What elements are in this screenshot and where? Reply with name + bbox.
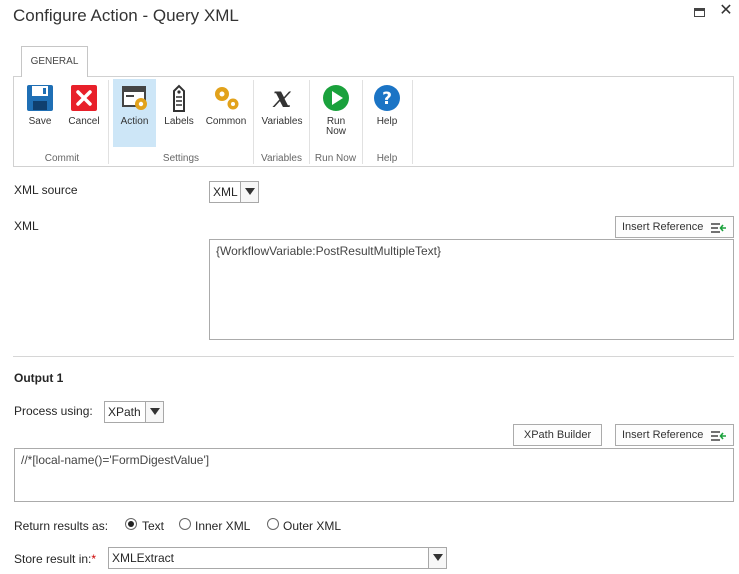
group-help-label: Help [376, 153, 398, 164]
chevron-down-icon [428, 548, 446, 568]
return-results-label: Return results as: [14, 519, 109, 533]
process-using-value: XPath [108, 405, 141, 419]
labels-label: Labels [164, 116, 194, 127]
action-label: Action [120, 116, 149, 127]
radio-outer-xml[interactable] [267, 518, 279, 530]
gears-icon [211, 83, 241, 113]
xml-value: {WorkflowVariable:PostResultMultipleText… [216, 244, 441, 258]
required-marker: * [91, 552, 97, 566]
xpath-builder-label: XPath Builder [523, 429, 592, 441]
xml-source-select[interactable]: XML [209, 181, 259, 203]
xml-source-value: XML [213, 185, 238, 199]
maximize-icon[interactable] [693, 6, 707, 20]
floppy-icon [25, 83, 55, 113]
question-icon: ? [372, 83, 402, 113]
radio-text[interactable] [125, 518, 137, 530]
common-label: Common [205, 116, 247, 127]
common-button[interactable]: Common [202, 79, 250, 147]
insert-reference-label: Insert Reference [622, 221, 704, 233]
insert-reference-icon [711, 431, 726, 441]
action-gear-icon [120, 83, 150, 113]
action-button[interactable]: Action [113, 79, 156, 147]
section-divider [13, 356, 734, 357]
process-using-select[interactable]: XPath [104, 401, 164, 423]
store-result-label: Store result in:* [14, 552, 96, 566]
labels-button[interactable]: Labels [160, 79, 198, 147]
xml-source-label: XML source [14, 183, 78, 197]
insert-reference-icon [711, 223, 726, 233]
group-commit-label: Commit [44, 153, 80, 164]
save-button[interactable]: Save [23, 79, 57, 147]
xml-label: XML [14, 219, 39, 233]
xpath-builder-button[interactable]: XPath Builder [513, 424, 602, 446]
play-icon [321, 83, 351, 113]
ribbon-separator [309, 80, 310, 164]
radio-inner-xml[interactable] [179, 518, 191, 530]
xpath-value: //*[local-name()='FormDigestValue'] [21, 453, 210, 467]
ribbon-separator [108, 80, 109, 164]
group-variables-label: Variables [261, 153, 302, 164]
xpath-textarea[interactable]: //*[local-name()='FormDigestValue'] [14, 448, 734, 502]
cancel-button[interactable]: Cancel [65, 79, 103, 147]
store-result-value: XMLExtract [112, 551, 175, 565]
group-settings-label: Settings [162, 153, 200, 164]
close-icon[interactable]: ✕ [719, 3, 733, 19]
ribbon-separator [362, 80, 363, 164]
insert-reference-button-2[interactable]: Insert Reference [615, 424, 734, 446]
store-result-label-text: Store result in: [14, 552, 92, 566]
run-now-button[interactable]: Run Now [314, 79, 358, 147]
tag-icon [164, 83, 194, 113]
variables-label: Variables [261, 116, 303, 127]
ribbon-separator [253, 80, 254, 164]
ribbon-separator [412, 80, 413, 164]
cancel-label: Cancel [68, 116, 100, 127]
chevron-down-icon [145, 402, 163, 422]
radio-text-label: Text [142, 519, 165, 533]
tab-general[interactable]: GENERAL [21, 46, 88, 77]
store-result-select[interactable]: XMLExtract [108, 547, 447, 569]
process-using-label: Process using: [14, 404, 93, 418]
tab-connector [22, 75, 87, 78]
svg-text:?: ? [382, 89, 392, 109]
radio-inner-xml-label: Inner XML [195, 519, 251, 533]
close-x-icon [69, 83, 99, 113]
group-run-now-label: Run Now [314, 153, 357, 164]
chevron-down-icon [240, 182, 258, 202]
dialog-title: Configure Action - Query XML [13, 6, 239, 25]
insert-reference-label-2: Insert Reference [622, 429, 704, 441]
variables-button[interactable]: x Variables [258, 79, 306, 147]
xml-textarea[interactable]: {WorkflowVariable:PostResultMultipleText… [209, 239, 734, 340]
run-now-label-line2: Now [325, 126, 346, 137]
help-button[interactable]: ? Help [368, 79, 406, 147]
output-heading: Output 1 [14, 371, 64, 385]
variable-x-icon: x [273, 80, 291, 115]
radio-outer-xml-label: Outer XML [283, 519, 342, 533]
help-label: Help [376, 116, 398, 127]
insert-reference-button[interactable]: Insert Reference [615, 216, 734, 238]
save-label: Save [28, 116, 52, 127]
